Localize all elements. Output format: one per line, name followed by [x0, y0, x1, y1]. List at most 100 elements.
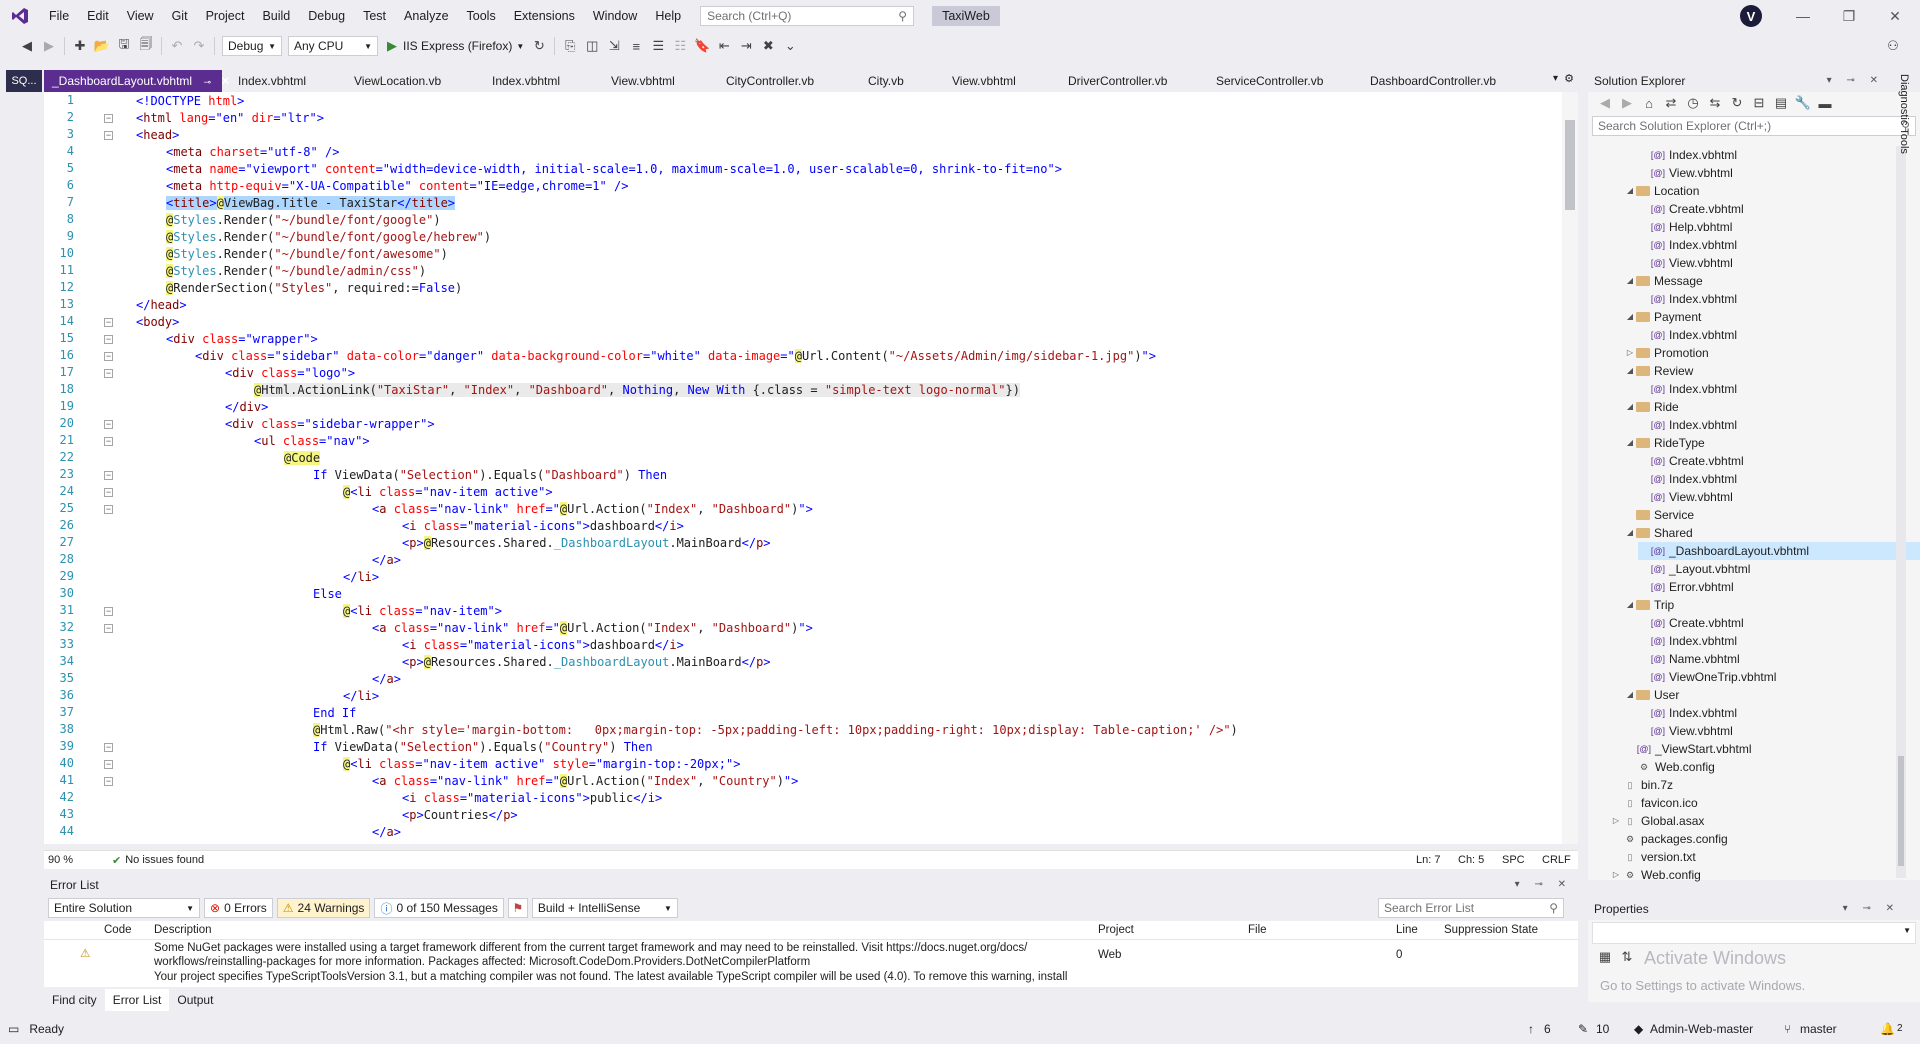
- push-count[interactable]: 6: [1544, 1022, 1551, 1036]
- column-file[interactable]: File: [1248, 924, 1267, 936]
- tree-folder[interactable]: ◢ Trip: [1624, 596, 1674, 614]
- save-icon[interactable]: 🖫: [113, 35, 135, 57]
- tab-drivercontroller[interactable]: DriverController.vb: [1060, 70, 1167, 92]
- tree-file[interactable]: [@] Help.vbhtml: [1638, 218, 1732, 236]
- fold-toggle-icon[interactable]: −: [104, 760, 113, 769]
- fold-toggle-icon[interactable]: −: [104, 743, 113, 752]
- tree-file[interactable]: ▯ favicon.ico: [1610, 794, 1698, 812]
- live-share-icon[interactable]: ⚇: [1882, 35, 1904, 57]
- chevron-down-icon[interactable]: ▼: [516, 42, 524, 51]
- menu-test[interactable]: Test: [354, 0, 395, 32]
- fold-toggle-icon[interactable]: −: [104, 352, 113, 361]
- menu-analyze[interactable]: Analyze: [395, 0, 457, 32]
- tab-output[interactable]: Output: [169, 989, 221, 1011]
- branch-icon[interactable]: ⑂: [1784, 1022, 1791, 1036]
- tab-overflow-icon[interactable]: ▾: [1553, 73, 1558, 84]
- tree-folder[interactable]: ◢ Payment: [1624, 308, 1701, 326]
- notification-count[interactable]: 2: [1897, 1023, 1903, 1034]
- error-list-row[interactable]: Your project specifies TypeScriptToolsVe…: [44, 970, 1578, 984]
- save-all-icon[interactable]: 🗐: [135, 35, 157, 57]
- menu-help[interactable]: Help: [646, 0, 690, 32]
- tree-file[interactable]: [@] Index.vbhtml: [1638, 470, 1737, 488]
- tab-view-2[interactable]: View.vbhtml: [944, 70, 1016, 92]
- tree-file[interactable]: ▯ bin.7z: [1610, 776, 1674, 794]
- browser-link-icon[interactable]: ⎘: [559, 35, 581, 57]
- expanded-arrow-icon[interactable]: ◢: [1624, 308, 1636, 326]
- tree-file[interactable]: [@] Create.vbhtml: [1638, 452, 1744, 470]
- menu-git[interactable]: Git: [163, 0, 197, 32]
- configuration-select[interactable]: Debug ▼: [222, 36, 282, 56]
- forward-icon[interactable]: ▶: [1616, 92, 1638, 114]
- column-description[interactable]: Description: [154, 924, 212, 936]
- warnings-filter-button[interactable]: ⚠ 24 Warnings: [276, 898, 371, 918]
- run-icon[interactable]: ▶: [381, 35, 403, 57]
- tree-file[interactable]: [@] ViewOneTrip.vbhtml: [1638, 668, 1776, 686]
- tree-file[interactable]: [@] Index.vbhtml: [1638, 416, 1737, 434]
- menu-file[interactable]: File: [40, 0, 78, 32]
- tab-dashboard-layout[interactable]: _DashboardLayout.vbhtml ⊸ ✕: [44, 70, 230, 92]
- filter-icon[interactable]: ⚑: [507, 898, 528, 918]
- tab-viewlocation[interactable]: ViewLocation.vb: [346, 70, 441, 92]
- tree-file[interactable]: [@] Index.vbhtml: [1638, 146, 1737, 164]
- tab-index[interactable]: Index.vbhtml: [230, 70, 306, 92]
- comment-icon[interactable]: ☰: [647, 35, 669, 57]
- pin-icon[interactable]: ⊸: [203, 77, 211, 87]
- tab-view[interactable]: View.vbhtml: [603, 70, 675, 92]
- undo-icon[interactable]: ↶: [166, 35, 188, 57]
- tree-file[interactable]: ⚙ packages.config: [1610, 830, 1728, 848]
- show-all-files-icon[interactable]: ▤: [1770, 92, 1792, 114]
- sql-server-explorer-tab[interactable]: SQ...: [6, 70, 42, 92]
- menu-build[interactable]: Build: [253, 0, 299, 32]
- code-editor[interactable]: 1 2 3 4 5 6 7 8 9 10 11 12 13 14 15 16 17 18 19 20 21 22 23 24 2…: [44, 92, 1578, 844]
- tree-folder[interactable]: ◢ Ride: [1624, 398, 1679, 416]
- tab-index-2[interactable]: Index.vbhtml: [484, 70, 560, 92]
- column-code[interactable]: Code: [104, 924, 132, 936]
- home-icon[interactable]: ⌂: [1638, 92, 1660, 114]
- fold-toggle-icon[interactable]: −: [104, 131, 113, 140]
- fold-toggle-icon[interactable]: −: [104, 488, 113, 497]
- tree-file[interactable]: [@] Index.vbhtml: [1638, 380, 1737, 398]
- preview-icon[interactable]: ▬: [1814, 92, 1836, 114]
- fold-toggle-icon[interactable]: −: [104, 369, 113, 378]
- push-icon[interactable]: ↑: [1528, 1022, 1534, 1036]
- open-folder-icon[interactable]: 📂: [91, 35, 113, 57]
- tree-file[interactable]: [@] Name.vbhtml: [1638, 650, 1740, 668]
- tree-file[interactable]: [@] Index.vbhtml: [1638, 632, 1737, 650]
- properties-icon[interactable]: 🔧: [1792, 92, 1814, 114]
- close-icon[interactable]: ✕: [1872, 0, 1918, 32]
- back-icon[interactable]: ◀: [1594, 92, 1616, 114]
- bookmark-icon[interactable]: 🔖: [691, 35, 713, 57]
- restore-icon[interactable]: ❐: [1826, 0, 1872, 32]
- expanded-arrow-icon[interactable]: ◢: [1624, 596, 1636, 614]
- panel-controls-icon[interactable]: ▾ ⊸ ✕: [1827, 70, 1884, 92]
- issues-status[interactable]: No issues found: [125, 854, 204, 866]
- tree-file[interactable]: [@] Create.vbhtml: [1638, 200, 1744, 218]
- tree-file[interactable]: [@] Create.vbhtml: [1638, 614, 1744, 632]
- fold-toggle-icon[interactable]: −: [104, 505, 113, 514]
- pending-changes-icon[interactable]: ◷: [1682, 92, 1704, 114]
- fold-toggle-icon[interactable]: −: [104, 318, 113, 327]
- panel-controls-icon[interactable]: ▾ ⊸ ✕: [1515, 875, 1572, 895]
- platform-select[interactable]: Any CPU ▼: [288, 36, 378, 56]
- fold-toggle-icon[interactable]: −: [104, 471, 113, 480]
- column-line[interactable]: Line: [1396, 924, 1418, 936]
- repo-icon[interactable]: ◆: [1634, 1022, 1643, 1036]
- scrollbar-thumb[interactable]: [1898, 756, 1904, 866]
- tab-servicecontroller[interactable]: ServiceController.vb: [1208, 70, 1323, 92]
- solution-explorer-search[interactable]: Search Solution Explorer (Ctrl+;) ⚲: [1592, 116, 1916, 136]
- tab-find-city[interactable]: Find city: [44, 989, 105, 1011]
- tree-folder[interactable]: ◢ Shared: [1624, 524, 1693, 542]
- notification-icon[interactable]: 🔔: [1880, 1022, 1895, 1036]
- expanded-arrow-icon[interactable]: ◢: [1624, 686, 1636, 704]
- expanded-arrow-icon[interactable]: ◢: [1624, 272, 1636, 290]
- fold-toggle-icon[interactable]: −: [104, 624, 113, 633]
- column-project[interactable]: Project: [1098, 924, 1134, 936]
- expanded-arrow-icon[interactable]: ◢: [1624, 524, 1636, 542]
- toolbar-options-icon[interactable]: ⌄: [779, 35, 801, 57]
- zoom-level[interactable]: 90 %: [48, 854, 96, 866]
- forward-icon[interactable]: ▶: [38, 35, 60, 57]
- tree-file[interactable]: [@] View.vbhtml: [1638, 164, 1733, 182]
- editor-vertical-scrollbar[interactable]: [1562, 92, 1578, 844]
- messages-filter-button[interactable]: ⓘ 0 of 150 Messages: [374, 898, 504, 918]
- redo-icon[interactable]: ↷: [188, 35, 210, 57]
